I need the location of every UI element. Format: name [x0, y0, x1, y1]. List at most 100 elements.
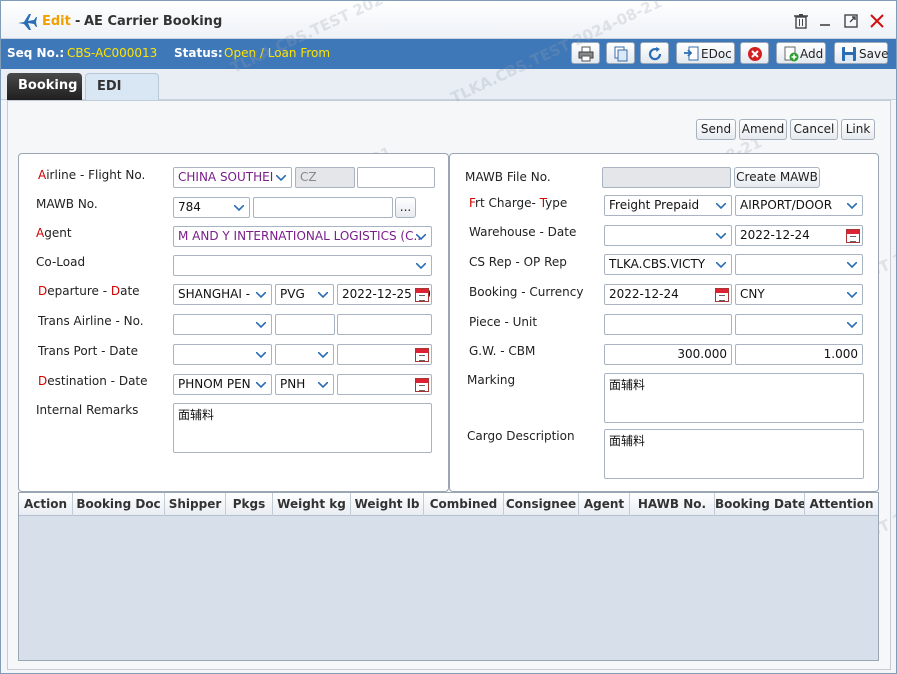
calendar-icon[interactable] — [415, 348, 429, 362]
trash-icon[interactable] — [793, 13, 809, 29]
trans-port-label: Trans Port - Date — [38, 344, 138, 358]
airline-select[interactable]: CHINA SOUTHEI — [173, 167, 292, 188]
chevron-down-icon — [713, 256, 730, 273]
destination-date-input[interactable] — [337, 374, 432, 395]
print-button[interactable] — [571, 42, 600, 64]
trans-extra-input[interactable] — [337, 314, 432, 335]
chevron-down-icon — [315, 286, 332, 303]
chevron-down-icon — [253, 376, 270, 393]
column-header-attention[interactable]: Attention — [805, 493, 878, 516]
cs-rep-select[interactable]: TLKA.CBS.VICTY — [604, 254, 732, 275]
marking-label: Marking — [467, 373, 516, 387]
departure-date-input[interactable]: 2022-12-25 10: — [337, 284, 432, 305]
window-title: AE Carrier Booking — [84, 14, 223, 29]
column-header-hawb-no[interactable]: HAWB No. — [630, 493, 715, 516]
status-label: Status: — [174, 46, 223, 60]
title-separator: - — [75, 14, 81, 29]
add-button[interactable]: Add — [776, 42, 826, 64]
warehouse-label: Warehouse - Date — [469, 225, 577, 239]
cancel-button[interactable]: Cancel — [790, 119, 838, 140]
calendar-icon[interactable] — [715, 288, 729, 302]
column-header-booking-date[interactable]: Booking Date — [715, 493, 805, 516]
grid-header: Action Booking Doc Shipper Pkgs Weight k… — [19, 493, 878, 516]
departure-code-select[interactable]: PVG — [275, 284, 334, 305]
seq-label: Seq No.: — [7, 46, 65, 60]
refresh-button[interactable] — [640, 42, 669, 64]
frt-charge-select[interactable]: Freight Prepaid — [604, 195, 732, 216]
trans-port-select[interactable] — [173, 344, 272, 365]
departure-city-select[interactable]: SHANGHAI - — [173, 284, 272, 305]
booking-date-input[interactable]: 2022-12-24 — [604, 284, 732, 305]
delete-button[interactable] — [740, 42, 769, 64]
tab-strip: Booking EDI Log — [1, 69, 896, 120]
mawb-no-input[interactable] — [253, 197, 393, 218]
copy-button[interactable] — [606, 42, 635, 64]
calendar-icon[interactable] — [415, 378, 429, 392]
tab-booking[interactable]: Booking — [7, 73, 82, 100]
csrep-label: CS Rep - OP Rep — [469, 255, 567, 269]
refresh-icon — [648, 47, 662, 61]
amend-button[interactable]: Amend — [739, 119, 787, 140]
link-button[interactable]: Link — [841, 119, 875, 140]
chevron-down-icon — [713, 197, 730, 214]
edoc-button[interactable]: EDoc — [676, 42, 735, 64]
column-header-combined[interactable]: Combined — [424, 493, 504, 516]
column-header-weight-lb[interactable]: Weight lb — [351, 493, 424, 516]
minimize-icon[interactable] — [817, 13, 833, 29]
marking-textarea[interactable]: 面辅料 — [604, 373, 864, 423]
destination-city-select[interactable]: PHNOM PEN — [173, 374, 272, 395]
cargo-description-textarea[interactable]: 面辅料 — [604, 429, 864, 479]
column-header-shipper[interactable]: Shipper — [165, 493, 226, 516]
calendar-icon[interactable] — [415, 288, 429, 302]
close-icon[interactable] — [869, 13, 885, 29]
warehouse-select[interactable] — [604, 225, 732, 246]
gross-weight-input[interactable]: 300.000 — [604, 344, 732, 365]
carrier-booking-window: Edit - AE Carrier Booking Seq No.: CBS-A… — [0, 0, 897, 674]
chevron-down-icon — [315, 376, 332, 393]
mawb-lookup-button[interactable]: ... — [395, 197, 416, 218]
chevron-down-icon — [844, 256, 861, 273]
save-button[interactable]: Save — [834, 42, 888, 64]
destination-label: Destination - Date — [38, 374, 148, 388]
send-button[interactable]: Send — [696, 119, 736, 140]
coload-select[interactable] — [173, 255, 432, 276]
column-header-action[interactable]: Action — [19, 493, 73, 516]
piece-label: Piece - Unit — [469, 315, 538, 329]
trans-flight-no-input[interactable] — [275, 314, 335, 335]
piece-input[interactable] — [604, 314, 732, 335]
column-header-consignee[interactable]: Consignee — [504, 493, 579, 516]
create-mawb-button[interactable]: Create MAWB — [734, 167, 820, 188]
currency-select[interactable]: CNY — [735, 284, 863, 305]
booking-label: Booking - Currency — [469, 285, 584, 299]
tab-edi-log[interactable]: EDI Log — [85, 73, 159, 120]
calendar-icon[interactable] — [846, 229, 860, 243]
copy-icon — [614, 46, 628, 62]
flight-no-input[interactable] — [357, 167, 435, 188]
remarks-textarea[interactable]: 面辅料 — [173, 403, 432, 453]
airline-code-field: CZ — [295, 167, 355, 188]
cbm-input[interactable]: 1.000 — [735, 344, 863, 365]
column-header-pkgs[interactable]: Pkgs — [226, 493, 273, 516]
op-rep-select[interactable] — [735, 254, 863, 275]
add-label: Add — [800, 47, 824, 61]
hawb-grid: Action Booking Doc Shipper Pkgs Weight k… — [18, 492, 879, 661]
mawb-prefix-select[interactable]: 784 — [173, 197, 250, 218]
mawb-file-field — [602, 167, 731, 188]
chevron-down-icon — [253, 286, 270, 303]
agent-select[interactable]: M AND Y INTERNATIONAL LOGISTICS (C.. — [173, 226, 432, 247]
mawb-label: MAWB No. — [36, 197, 98, 211]
unit-select[interactable] — [735, 314, 863, 335]
destination-code-select[interactable]: PNH — [275, 374, 334, 395]
trans-port-code-select[interactable] — [275, 344, 334, 365]
chevron-down-icon — [844, 316, 861, 333]
column-header-agent[interactable]: Agent — [579, 493, 630, 516]
warehouse-date-input[interactable]: 2022-12-24 — [735, 225, 863, 246]
trans-airline-select[interactable] — [173, 314, 272, 335]
chevron-down-icon — [413, 257, 430, 274]
column-header-booking-doc[interactable]: Booking Doc — [73, 493, 165, 516]
frt-type-select[interactable]: AIRPORT/DOOR — [735, 195, 863, 216]
maximize-icon[interactable] — [843, 13, 859, 29]
remarks-label: Internal Remarks — [36, 403, 139, 417]
trans-date-input[interactable] — [337, 344, 432, 365]
column-header-weight-kg[interactable]: Weight kg — [273, 493, 351, 516]
